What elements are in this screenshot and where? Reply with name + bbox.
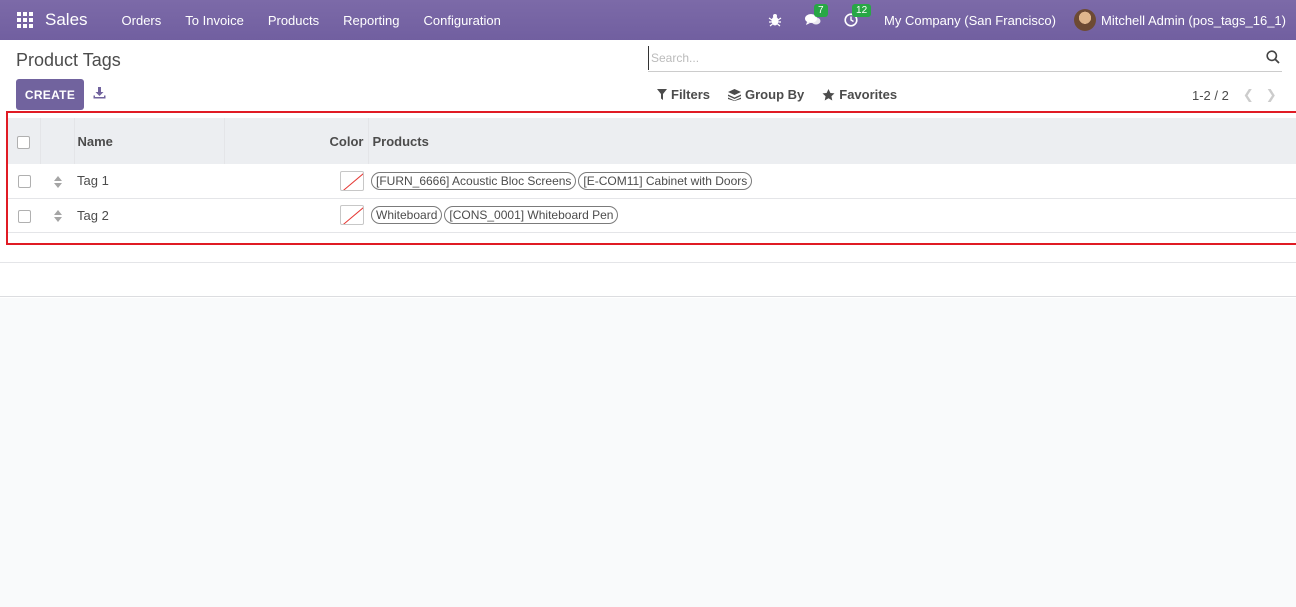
top-navbar: Sales Orders To Invoice Products Reporti…	[0, 0, 1296, 40]
favorites-button[interactable]: Favorites	[822, 87, 897, 102]
messages-badge: 7	[814, 4, 828, 17]
group-by-label: Group By	[745, 87, 805, 102]
menu-products[interactable]: Products	[268, 13, 319, 28]
product-tag[interactable]: [E-COM11] Cabinet with Doors	[578, 171, 753, 190]
tag-color-cell	[224, 198, 368, 232]
navbar-systray: 7 12 My Company (San Francisco) Mitchell…	[756, 0, 1296, 40]
messages-chat-icon[interactable]: 7	[804, 4, 828, 29]
filters-label: Filters	[671, 87, 711, 102]
list-bottom-border	[0, 296, 1296, 297]
list-divider	[0, 262, 1296, 263]
select-all-checkbox[interactable]	[17, 135, 31, 149]
color-swatch[interactable]	[340, 170, 364, 191]
row-select-cell	[8, 198, 40, 232]
activities-clock-icon[interactable]: 12	[842, 4, 872, 29]
menu-configuration[interactable]: Configuration	[424, 13, 501, 28]
pager-previous-icon[interactable]: ❮	[1243, 87, 1254, 103]
search-icon[interactable]	[1266, 50, 1280, 64]
menu-to-invoice[interactable]: To Invoice	[185, 13, 244, 28]
apps-grid-icon[interactable]	[17, 12, 33, 28]
handle-header	[40, 118, 75, 164]
tag-name[interactable]: Tag 1	[74, 164, 224, 198]
product-tags-table: Name Color Products Tag 1 [FURN_6666] Ac…	[8, 118, 1296, 233]
favorites-label: Favorites	[839, 87, 898, 102]
pager: 1-2 / 2 ❮ ❯	[1192, 87, 1277, 103]
product-tag[interactable]: Whiteboard	[371, 206, 443, 224]
page-title: Product Tags	[16, 50, 121, 70]
search-bar	[648, 46, 1282, 72]
product-tag[interactable]: [CONS_0001] Whiteboard Pen	[444, 206, 619, 224]
tag-name[interactable]: Tag 2	[74, 198, 224, 232]
download-icon[interactable]	[93, 86, 107, 100]
table-row[interactable]: Tag 2 Whiteboard [CONS_0001] Whiteboard P…	[8, 198, 1296, 232]
company-switcher[interactable]: My Company (San Francisco)	[884, 13, 1056, 28]
create-button[interactable]: CREATE	[16, 79, 84, 110]
user-menu[interactable]: Mitchell Admin (pos_tags_16_1)	[1101, 13, 1286, 28]
filters-button[interactable]: Filters	[657, 87, 710, 102]
column-header-products[interactable]: Products	[368, 118, 1296, 164]
control-panel: Product Tags CREATE Filters Group By Fav…	[0, 40, 1296, 110]
row-checkbox[interactable]	[17, 175, 31, 189]
column-header-name[interactable]: Name	[74, 118, 225, 164]
activities-badge: 12	[852, 4, 872, 17]
table-row[interactable]: Tag 1 [FURN_6666] Acoustic Bloc Screens[…	[8, 164, 1296, 198]
drag-handle-icon[interactable]	[54, 175, 62, 188]
star-icon	[822, 88, 835, 100]
debug-bug-icon[interactable]	[766, 11, 784, 29]
menu-orders[interactable]: Orders	[122, 13, 162, 28]
search-options: Filters Group By Favorites	[657, 87, 915, 102]
row-select-cell	[8, 164, 40, 198]
table-header-row: Name Color Products	[8, 118, 1296, 164]
user-avatar[interactable]	[1074, 9, 1096, 31]
menu-reporting[interactable]: Reporting	[343, 13, 399, 28]
app-brand[interactable]: Sales	[45, 10, 88, 30]
drag-handle-cell	[40, 164, 74, 198]
search-input[interactable]	[648, 46, 1248, 70]
drag-handle-icon[interactable]	[54, 210, 62, 223]
group-by-button[interactable]: Group By	[728, 87, 804, 102]
column-header-color[interactable]: Color	[224, 118, 369, 164]
pager-value[interactable]: 1-2 / 2	[1192, 88, 1229, 103]
tag-color-cell	[224, 164, 368, 198]
row-checkbox[interactable]	[17, 209, 31, 223]
product-tag[interactable]: [FURN_6666] Acoustic Bloc Screens	[371, 171, 577, 190]
color-swatch[interactable]	[340, 205, 364, 225]
filter-funnel-icon	[657, 89, 667, 100]
drag-handle-cell	[40, 198, 74, 232]
tag-products-cell: Whiteboard [CONS_0001] Whiteboard Pen	[368, 198, 1296, 232]
select-all-cell	[8, 118, 41, 164]
pager-next-icon[interactable]: ❯	[1266, 87, 1277, 103]
layers-icon	[728, 88, 742, 101]
tag-products-cell: [FURN_6666] Acoustic Bloc Screens [E-COM1…	[368, 164, 1296, 198]
